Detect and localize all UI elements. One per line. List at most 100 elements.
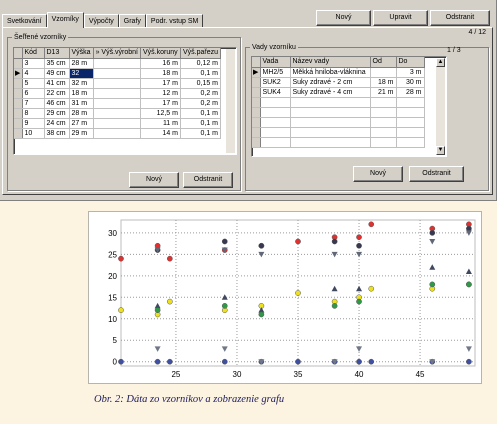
table-cell[interactable]: 0,1 m [180,68,222,79]
table-row[interactable]: SUK4 Suky zdravé - 4 cm 21 m 28 m [252,87,425,98]
tab-vypocty[interactable]: Výpočty [83,14,119,28]
table-cell[interactable] [93,68,141,79]
table-cell[interactable]: SUK2 [260,77,291,88]
row-indicator[interactable] [14,58,23,69]
table-row[interactable]: 7 46 cm 31 m 17 m 0,2 m [14,98,222,109]
samples-scrollbar[interactable] [226,49,235,153]
defects-new-button[interactable]: Nový [353,166,403,182]
table-cell[interactable]: 6 [22,88,45,99]
table-cell[interactable]: 10 [22,128,45,139]
current-row-arrow-icon[interactable]: ▶ [252,67,261,78]
table-row[interactable]: 10 38 cm 29 m 14 m 0,1 m [14,128,222,139]
table-cell[interactable]: 24 cm [44,118,70,129]
column-header[interactable]: Od [370,57,397,68]
column-header[interactable]: Kód [22,48,45,59]
table-cell[interactable]: Měkká hniloba-vláknina [290,67,371,78]
table-cell[interactable]: 35 cm [44,58,70,69]
row-indicator[interactable] [14,98,23,109]
row-indicator[interactable] [14,78,23,89]
table-cell[interactable]: 31 m [69,98,94,109]
table-cell[interactable]: 17 m [140,78,181,89]
table-cell[interactable]: 22 cm [44,88,70,99]
table-cell[interactable]: 46 cm [44,98,70,109]
table-cell[interactable]: 29 m [69,128,94,139]
table-cell[interactable]: 32 m [69,78,94,89]
table-cell[interactable] [93,58,141,69]
table-row[interactable]: ▶ MH2/5 Měkká hniloba-vláknina 3 m [252,67,425,78]
table-row[interactable]: 3 35 cm 28 m 16 m 0,12 m [14,58,222,69]
table-cell[interactable]: 29 cm [44,108,70,119]
table-cell[interactable]: 11 m [140,118,181,129]
samples-new-button[interactable]: Nový [129,172,179,188]
table-row[interactable]: SUK2 Suky zdravé - 2 cm 18 m 30 m [252,77,425,88]
table-cell[interactable]: 21 m [370,87,397,98]
table-row[interactable]: 8 29 cm 28 m 12,5 m 0,1 m [14,108,222,119]
table-cell[interactable]: 27 m [69,118,94,129]
column-header[interactable]: Do [396,57,425,68]
table-cell[interactable]: 30 m [396,77,425,88]
column-header[interactable]: D13 [44,48,70,59]
table-row[interactable]: ▶ 4 49 cm 32 18 m 0,1 m [14,68,222,79]
table-cell[interactable]: 0,15 m [180,78,222,89]
table-cell[interactable]: SUK4 [260,87,291,98]
table-cell[interactable]: 12,5 m [140,108,181,119]
table-cell[interactable]: 0,12 m [180,58,222,69]
table-cell[interactable] [93,88,141,99]
table-cell[interactable]: 16 m [140,58,181,69]
column-header[interactable]: » Výš.výrobní [93,48,141,59]
table-cell[interactable]: 7 [22,98,45,109]
row-indicator[interactable] [252,87,261,98]
table-cell[interactable]: 5 [22,78,45,89]
new-button[interactable]: Nový [316,10,371,26]
current-row-arrow-icon[interactable]: ▶ [14,68,23,79]
table-cell[interactable]: 0,1 m [180,108,222,119]
table-cell[interactable] [93,118,141,129]
table-cell[interactable]: 28 m [396,87,425,98]
table-cell[interactable]: 9 [22,118,45,129]
row-indicator[interactable] [14,118,23,129]
table-cell[interactable] [93,98,141,109]
row-indicator[interactable] [14,108,23,119]
column-header[interactable]: Název vady [290,57,371,68]
table-cell[interactable]: 38 cm [44,128,70,139]
defects-delete-button[interactable]: Odstranit [409,166,464,182]
column-header[interactable]: Výš.pařezu [180,48,222,59]
scroll-up-icon[interactable]: ▲ [436,58,445,67]
samples-delete-button[interactable]: Odstranit [183,172,233,188]
table-cell[interactable]: Suky zdravé - 4 cm [290,87,371,98]
table-cell[interactable]: 28 m [69,58,94,69]
table-cell[interactable]: 49 cm [44,68,70,79]
column-header[interactable]: Výš.koruny [140,48,181,59]
row-indicator[interactable] [14,128,23,139]
table-cell[interactable]: 18 m [370,77,397,88]
tab-podr-vstup-sm[interactable]: Podr. vstup SM [145,14,204,28]
column-header[interactable]: Výška [69,48,94,59]
table-cell[interactable]: 0,1 m [180,128,222,139]
defects-grid[interactable]: Vada Název vady Od Do ▶ MH2/5 Měkká hniloba-v… [251,56,447,157]
table-cell[interactable] [370,67,397,78]
edit-button[interactable]: Upravit [373,10,428,26]
table-cell[interactable]: 8 [22,108,45,119]
table-cell[interactable]: 0,2 m [180,88,222,99]
table-cell[interactable]: 17 m [140,98,181,109]
table-cell[interactable]: 12 m [140,88,181,99]
table-cell[interactable]: Suky zdravé - 2 cm [290,77,371,88]
tab-vzorniky[interactable]: Vzorníky [46,12,84,28]
tab-svetkovani[interactable]: Svetkování [2,14,47,28]
delete-button[interactable]: Odstranit [430,10,490,26]
table-cell[interactable]: 18 m [69,88,94,99]
tab-grafy[interactable]: Grafy [118,14,146,28]
row-indicator[interactable] [14,88,23,99]
table-cell[interactable]: MH2/5 [260,67,291,78]
scroll-down-icon[interactable]: ▼ [436,146,445,155]
table-cell[interactable]: 3 m [396,67,425,78]
table-cell[interactable]: 0,1 m [180,118,222,129]
table-cell[interactable]: 41 cm [44,78,70,89]
table-cell[interactable]: 18 m [140,68,181,79]
table-row[interactable]: 9 24 cm 27 m 11 m 0,1 m [14,118,222,129]
table-cell[interactable]: 4 [22,68,45,79]
row-indicator[interactable] [252,77,261,88]
table-row[interactable]: 6 22 cm 18 m 12 m 0,2 m [14,88,222,99]
table-cell[interactable]: 32 [69,68,94,79]
table-cell[interactable] [93,108,141,119]
